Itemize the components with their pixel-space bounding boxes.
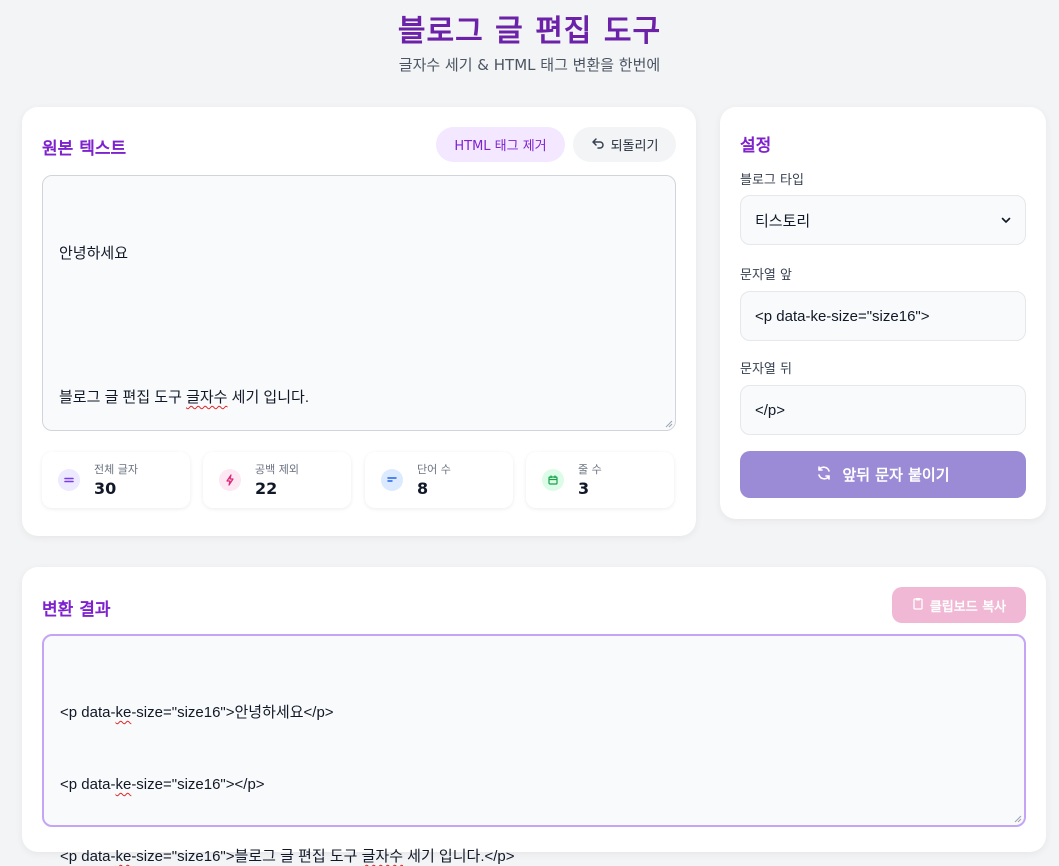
result-text: <p data- [60, 848, 116, 865]
spellcheck-word: ke [115, 704, 132, 721]
source-text: 블로그 글 편집 도구 [59, 389, 187, 406]
prefix-label: 문자열 앞 [740, 268, 792, 283]
result-text: 세기 입니다.</p> [403, 848, 515, 865]
spellcheck-word: 글자수 [361, 848, 403, 865]
undo-label: 되돌리기 [610, 139, 659, 154]
result-line: <p data-ke-size="size16"></p> [60, 773, 1008, 797]
result-text: <p data- [60, 704, 116, 721]
chevron-down-icon [1001, 212, 1011, 229]
suffix-label: 문자열 뒤 [740, 362, 792, 377]
stat-value: 30 [94, 479, 117, 498]
source-title: 원본 텍스트 [42, 139, 127, 159]
suffix-value: </p> [755, 401, 786, 419]
remove-html-tags-button[interactable]: HTML 태그 제거 [436, 127, 565, 162]
blog-type-select[interactable]: 티스토리 [740, 195, 1026, 245]
result-line: <p data-ke-size="size16">안녕하세요</p> [60, 701, 1008, 725]
apply-affix-label: 앞뒤 문자 붙이기 [842, 466, 950, 484]
result-text: <p data- [60, 776, 116, 793]
source-line: 블로그 글 편집 도구 글자수 세기 입니다. [59, 386, 659, 410]
align-left-icon [381, 469, 403, 491]
resize-handle-icon[interactable] [1014, 815, 1022, 823]
result-title: 변환 결과 [42, 600, 111, 620]
stat-value: 8 [417, 479, 429, 498]
source-text: 세기 입니다. [227, 389, 309, 406]
apply-affix-button[interactable]: 앞뒤 문자 붙이기 [740, 451, 1026, 498]
stat-word-count: 단어 수 8 [365, 452, 513, 508]
spellcheck-word: 글자수 [186, 389, 228, 406]
copy-clipboard-button[interactable]: 클립보드 복사 [892, 587, 1026, 623]
stat-value: 22 [255, 479, 278, 498]
settings-card: 설정 블로그 타입 티스토리 문자열 앞 <p data-ke-size="si… [720, 107, 1046, 519]
stat-label: 공백 제외 [255, 463, 299, 476]
result-line: <p data-ke-size="size16">블로그 글 편집 도구 글자수… [60, 845, 1008, 866]
stat-total-chars: 전체 글자 30 [42, 452, 190, 508]
stat-label: 단어 수 [417, 463, 451, 476]
equals-icon [58, 469, 80, 491]
spellcheck-word: ke [115, 776, 132, 793]
stat-line-count: 줄 수 3 [526, 452, 674, 508]
page-subtitle: 글자수 세기 & HTML 태그 변환을 한번에 [398, 56, 661, 74]
copy-clipboard-label: 클립보드 복사 [929, 599, 1007, 615]
spellcheck-word: ke [115, 848, 132, 865]
stat-no-spaces: 공백 제외 22 [203, 452, 351, 508]
remove-html-tags-label: HTML 태그 제거 [454, 139, 547, 154]
lightning-icon [219, 469, 241, 491]
result-textarea[interactable]: <p data-ke-size="size16">안녕하세요</p> <p da… [42, 634, 1026, 865]
settings-title: 설정 [740, 136, 772, 156]
result-text: -size="size16">안녕하세요</p> [131, 704, 334, 721]
undo-button[interactable]: 되돌리기 [573, 127, 676, 162]
prefix-input[interactable]: <p data-ke-size="size16"> [740, 291, 1026, 341]
stat-value: 3 [578, 479, 590, 498]
prefix-value: <p data-ke-size="size16"> [755, 307, 930, 325]
resize-handle-icon[interactable] [665, 420, 673, 428]
undo-icon [591, 136, 605, 154]
result-text: -size="size16">블로그 글 편집 도구 [131, 848, 362, 865]
calendar-icon [542, 469, 564, 491]
source-line [59, 314, 659, 338]
stat-label: 줄 수 [578, 463, 602, 476]
result-card: 변환 결과 클립보드 복사 <p data-ke-size="size16">안… [22, 567, 1046, 865]
page-title: 블로그 글 편집 도구 [397, 14, 662, 49]
suffix-input[interactable]: </p> [740, 385, 1026, 435]
blog-type-value: 티스토리 [755, 212, 811, 230]
stat-label: 전체 글자 [94, 463, 138, 476]
result-text: -size="size16"></p> [131, 776, 265, 793]
refresh-icon [816, 465, 832, 485]
clipboard-icon [912, 597, 924, 614]
source-line: 안녕하세요 [59, 245, 129, 262]
source-textarea[interactable]: 안녕하세요 블로그 글 편집 도구 글자수 세기 입니다. [42, 175, 676, 431]
blog-type-label: 블로그 타입 [740, 173, 804, 188]
